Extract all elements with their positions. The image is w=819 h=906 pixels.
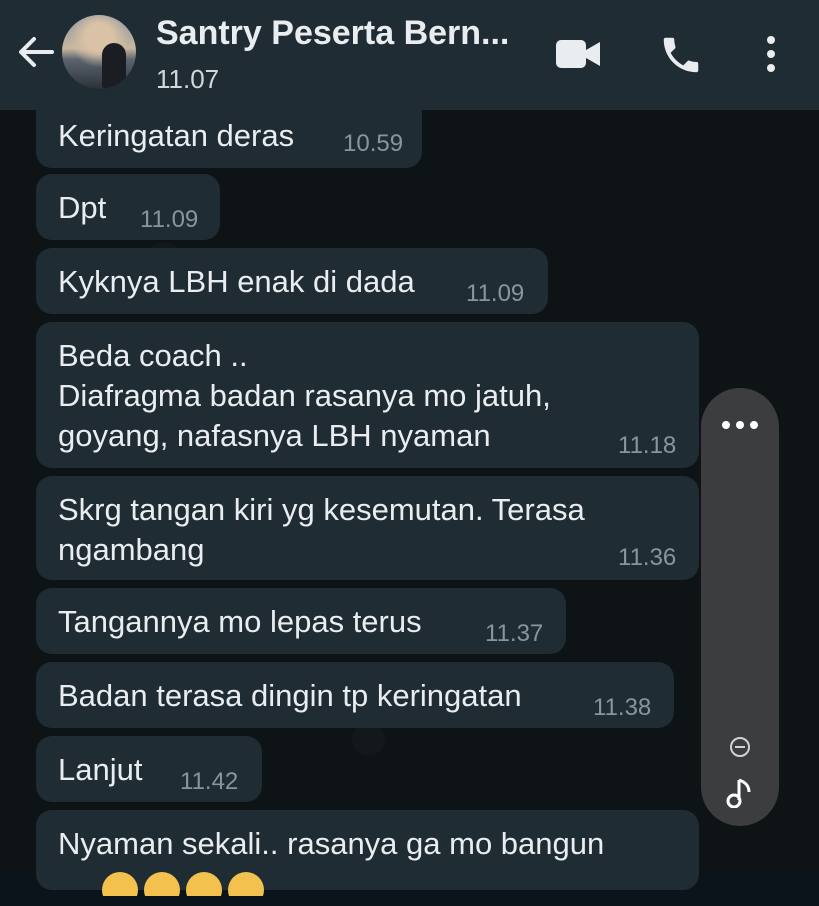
message-time: 11.38 [593,694,652,721]
message-text: Nyaman sekali.. rasanya ga mo bangun [58,826,605,861]
chat-header: Santry Peserta Bern... 11.07 [0,0,819,110]
message-bubble[interactable]: Skrg tangan kiri yg kesemutan. Terasa ng… [36,476,699,580]
message-text: Lanjut [58,752,143,787]
voice-call-button[interactable] [658,32,704,78]
message-bubble[interactable]: Badan terasa dingin tp keringatan 11.38 [36,662,674,728]
more-horizontal-icon [722,421,758,429]
message-bubble[interactable]: Lanjut 11.42 [36,736,262,802]
message-bubble[interactable]: Kyknya LBH enak di dada 11.09 [36,248,548,314]
message-bubble[interactable]: Nyaman sekali.. rasanya ga mo bangun [36,810,699,906]
message-text: Keringatan deras [58,118,295,153]
last-seen: 11.07 [156,64,220,94]
message-time: 11.37 [485,620,544,647]
minus-circle-icon [730,737,750,757]
message-bubble[interactable]: Beda coach .. Diafragma badan rasanya mo… [36,322,699,468]
message-text: Tangannya mo lepas terus [58,604,422,639]
message-text: Beda coach .. Diafragma badan rasanya mo… [58,338,551,453]
contact-name[interactable]: Santry Peserta Bern... [156,14,509,53]
message-time: 11.18 [618,432,677,459]
panel-music-button[interactable] [725,776,755,809]
message-time: 11.42 [180,768,239,795]
panel-minimize-button[interactable] [729,736,751,758]
emoji-row [100,866,280,906]
avatar-figure [102,43,126,89]
video-camera-icon [556,40,600,68]
floating-side-panel[interactable] [701,388,779,826]
back-button[interactable] [14,30,58,74]
message-time: 11.09 [466,280,525,307]
message-bubble[interactable]: Dpt 11.09 [36,174,220,240]
menu-button[interactable] [758,32,784,78]
more-vertical-icon [767,36,775,72]
video-call-button[interactable] [552,34,604,74]
message-text: Kyknya LBH enak di dada [58,264,415,299]
message-time: 11.36 [618,544,677,571]
message-text: Badan terasa dingin tp keringatan [58,678,522,713]
panel-more-button[interactable] [720,418,760,430]
phone-icon [663,37,699,73]
message-time: 11.09 [140,206,199,233]
music-note-icon [726,778,751,809]
message-text: Dpt [58,190,107,225]
message-text: Skrg tangan kiri yg kesemutan. Terasa ng… [58,492,585,567]
message-time: 10.59 [343,130,404,157]
message-bubble[interactable]: Tangannya mo lepas terus 11.37 [36,588,566,654]
arrow-left-icon [19,37,54,67]
avatar[interactable] [62,15,136,89]
